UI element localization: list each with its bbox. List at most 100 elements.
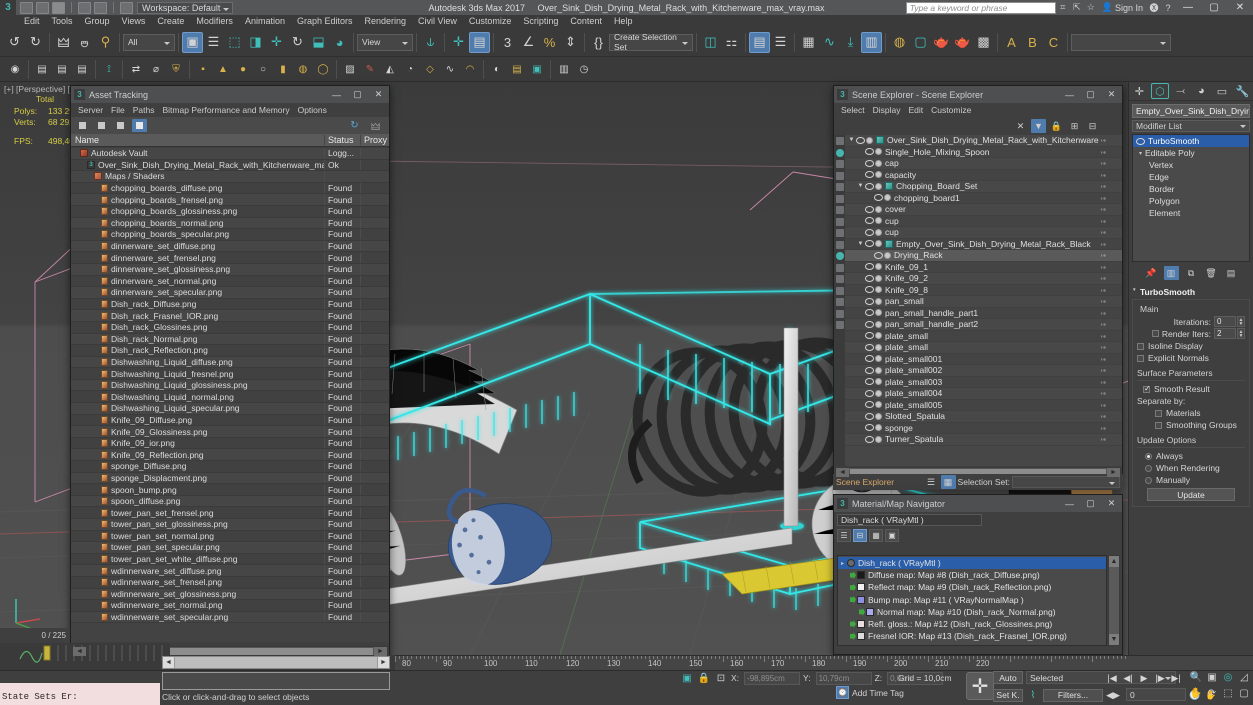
asset-row[interactable]: wdinnerware_set_frensel.png Found (71, 576, 389, 589)
asset-row[interactable]: tower_pan_set_white_diffuse.png Found (71, 553, 389, 566)
all-icon[interactable] (835, 137, 844, 145)
matnav-tree[interactable]: ▸ Dish_rack ( VRayMtl ) Diffuse map: Map #… (837, 555, 1107, 646)
align-selection-icon[interactable]: ▤ (32, 60, 52, 79)
menu-item-rendering[interactable]: Rendering (359, 15, 413, 28)
visibility-eye-icon[interactable] (865, 274, 874, 283)
asset-row[interactable]: Dishwashing_Liquid_fresnel.png Found (71, 368, 389, 380)
visibility-eye-icon[interactable] (865, 377, 874, 386)
selected-icon[interactable] (835, 252, 844, 260)
frozen-toggle-icon[interactable] (1101, 183, 1108, 190)
materials-checkbox[interactable]: Materials (1155, 408, 1245, 418)
modifier-stack-entry[interactable]: Element (1133, 207, 1249, 219)
pan-view-icon[interactable]: ✋ (1188, 685, 1204, 701)
menu-item-scripting[interactable]: Scripting (517, 15, 564, 28)
scene-object-row[interactable]: plate_small (845, 342, 1122, 354)
col-name[interactable]: Name (71, 135, 325, 145)
scripting-dropdown[interactable] (1071, 33, 1171, 51)
update-button[interactable]: Update (1147, 488, 1235, 501)
scroll-down-icon[interactable]: ▼ (1109, 634, 1119, 645)
at-menu-options[interactable]: Options (294, 105, 331, 115)
rectangular-selection-region-button[interactable]: ⬚ (224, 32, 245, 53)
menu-item-animation[interactable]: Animation (239, 15, 291, 28)
visibility-eye-icon[interactable] (865, 412, 874, 421)
asset-tracking-maximize-button[interactable]: ▢ (347, 86, 368, 103)
status-list-scroll[interactable]: ◄ ► (162, 656, 390, 669)
object-color-swatch[interactable] (875, 320, 882, 328)
scene-object-row[interactable]: plate_small002 (845, 365, 1122, 377)
modifier-stack[interactable]: TurboSmooth ▾ Editable Poly Vertex Edge Borde… (1132, 134, 1250, 262)
light-icon[interactable]: ◐ (487, 60, 507, 79)
menu-item-content[interactable]: Content (564, 15, 608, 28)
tab-utilities[interactable]: 🔧 (1234, 83, 1252, 99)
frozen-toggle-icon[interactable] (1101, 401, 1108, 409)
frozen-toggle-icon[interactable] (1101, 206, 1108, 213)
object-color-swatch[interactable] (866, 136, 873, 144)
visibility-eye-icon[interactable] (865, 297, 874, 306)
asset-row[interactable]: tower_pan_set_normal.png Found (71, 530, 389, 543)
pyramid-icon[interactable]: ◭ (380, 60, 400, 79)
align-camera-icon[interactable]: ⌀ (146, 60, 166, 79)
asset-row[interactable]: Dishwashing_Liquid_diffuse.png Found (71, 356, 389, 369)
iterations-spinner[interactable]: ▲ ▼ (1237, 316, 1245, 327)
scene-object-row[interactable]: chopping_board1 (845, 192, 1122, 204)
clock-icon[interactable]: ◷ (574, 60, 594, 79)
frozen-toggle-icon[interactable] (1101, 171, 1108, 179)
tab-modify[interactable]: ⬡ (1150, 83, 1169, 99)
asset-row[interactable]: 3 Over_Sink_Dish_Drying_Metal_Rack_with_K… (71, 159, 389, 172)
frozen-toggle-icon[interactable] (1101, 148, 1108, 156)
asset-row[interactable]: Knife_09_Glossiness.png Found (71, 426, 389, 438)
share-icon[interactable]: ⇱ (1070, 1, 1084, 14)
align-button[interactable]: ⚏ (721, 32, 742, 53)
frozen-toggle-icon[interactable] (1101, 436, 1108, 443)
zoom-extents-icon[interactable]: ▣ (1204, 669, 1220, 685)
asset-row[interactable]: Dish_rack_Glossines.png Found (71, 321, 389, 334)
asset-row[interactable]: wdinnerware_set_specular.png Found (71, 611, 389, 624)
object-color-swatch[interactable] (875, 424, 882, 432)
frozen-toggle-icon[interactable] (1101, 332, 1108, 340)
spinner-snap-toggle-button[interactable]: ⇕ (560, 32, 581, 53)
object-color-swatch[interactable] (875, 355, 882, 363)
material-node-row[interactable]: Diffuse map: Map #8 (Dish_rack_Diffuse.p… (838, 569, 1106, 581)
visibility-eye-icon[interactable] (865, 159, 874, 168)
at-view-hierarchy-icon[interactable] (132, 119, 147, 132)
play-animation-icon[interactable]: ▶ (1137, 671, 1151, 685)
object-color-swatch[interactable] (875, 159, 882, 167)
containers-icon[interactable] (835, 240, 844, 249)
asset-row[interactable]: chopping_boards_diffuse.png Found (71, 182, 389, 195)
frozen-toggle-icon[interactable] (1101, 229, 1108, 236)
chart-icon[interactable]: ▥ (554, 60, 574, 79)
frozen-toggle-icon[interactable] (1101, 390, 1108, 397)
layers-icon[interactable] (835, 298, 844, 306)
tab-hierarchy[interactable]: ⤙ (1172, 83, 1190, 99)
open-file-icon[interactable] (36, 1, 49, 14)
asset-row[interactable]: chopping_boards_frensel.png Found (71, 194, 389, 206)
asset-row[interactable]: Dishwashing_Liquid_specular.png Found (71, 403, 389, 415)
select-and-link-button[interactable]: 🜲 (53, 32, 74, 53)
modifier-stack-entry[interactable]: Polygon (1133, 195, 1249, 207)
lights-icon[interactable] (835, 160, 844, 168)
make-unique-icon[interactable]: ⧉ (1184, 266, 1199, 280)
geometry-icon[interactable] (835, 148, 844, 157)
frozen-toggle-icon[interactable] (1101, 355, 1108, 363)
object-color-swatch[interactable] (875, 378, 882, 386)
isolate-selection-toggle-button[interactable]: ✛ (966, 672, 994, 700)
scene-object-row[interactable]: pan_small (845, 296, 1122, 308)
zoom-icon[interactable]: 🔍 (1188, 669, 1204, 685)
scene-object-row[interactable]: plate_small004 (845, 388, 1122, 400)
isoline-display-checkbox[interactable]: Isoline Display (1137, 341, 1245, 351)
keyboard-shortcut-override-button[interactable]: ▤ (469, 31, 490, 53)
layer-explorer-button[interactable]: ▤ (749, 31, 770, 53)
walk-through-icon[interactable]: ⬚ (1220, 685, 1236, 701)
menu-item-customize[interactable]: Customize (463, 15, 518, 28)
frozen-toggle-icon[interactable] (1101, 298, 1108, 305)
helpers-icon[interactable] (835, 183, 844, 191)
asset-row[interactable]: chopping_boards_glossiness.png Found (71, 205, 389, 218)
object-color-swatch[interactable] (875, 343, 882, 351)
ribbon-toggle-button[interactable]: ☰ (770, 32, 791, 53)
frozen-toggle-icon[interactable] (1101, 160, 1108, 167)
key-mode-icon[interactable]: ⌇ (1026, 688, 1040, 702)
modifier-list-dropdown[interactable]: Modifier List (1132, 120, 1250, 132)
scene-object-row[interactable]: Drying_Rack (845, 250, 1122, 262)
remove-modifier-icon[interactable]: 🗑 (1204, 266, 1219, 280)
matnav-tree-view-icon[interactable]: ⊟ (853, 529, 867, 542)
